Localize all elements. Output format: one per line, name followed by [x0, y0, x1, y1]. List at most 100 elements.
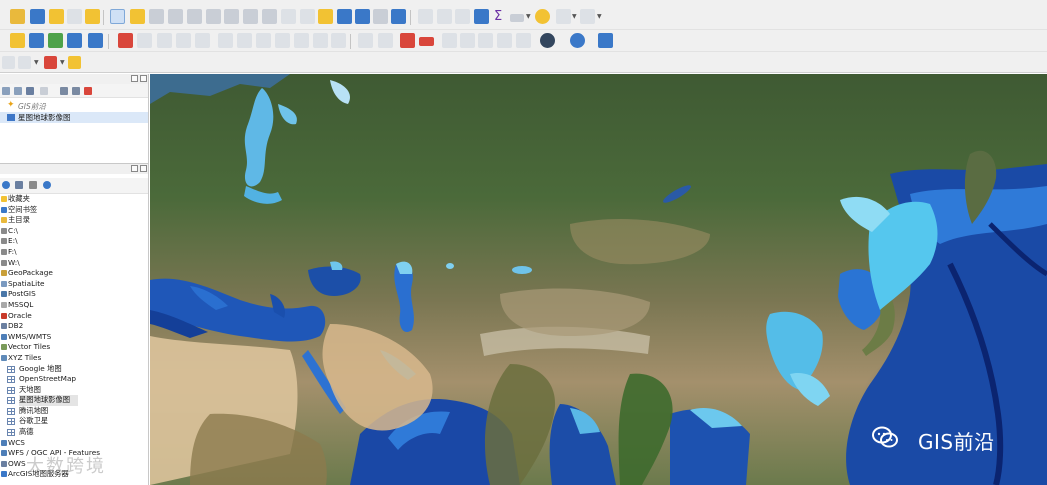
digitize-icon[interactable]: [176, 33, 191, 48]
zoom-native-icon[interactable]: [243, 9, 258, 24]
collapse-all-icon[interactable]: [72, 87, 80, 95]
text-annotation-icon[interactable]: [580, 9, 595, 24]
browser-item[interactable]: WMS/WMTS: [0, 332, 148, 343]
remove-layer-icon[interactable]: [84, 87, 92, 95]
zoom-out-icon[interactable]: [168, 9, 183, 24]
browser-item[interactable]: 主目录: [0, 215, 148, 226]
statistical-summary-icon[interactable]: Σ: [494, 8, 502, 26]
chevron-down-icon[interactable]: ▼: [60, 59, 65, 66]
layer-row[interactable]: 星图地球影像图: [0, 112, 148, 123]
chevron-down-icon[interactable]: ▼: [34, 59, 39, 66]
browser-item[interactable]: 高德: [0, 427, 148, 438]
zoom-in-icon[interactable]: [149, 9, 164, 24]
label-toolbar-icon[interactable]: [497, 33, 512, 48]
field-calculator-icon[interactable]: [455, 9, 470, 24]
browser-item[interactable]: W:\: [0, 258, 148, 269]
browser-item[interactable]: XYZ Tiles: [0, 353, 148, 364]
layer-style-icon[interactable]: [2, 87, 10, 95]
browser-item[interactable]: 腾讯地图: [0, 406, 148, 417]
chevron-down-icon[interactable]: ▼: [526, 13, 531, 20]
plugin-globe-icon[interactable]: [540, 33, 555, 48]
browser-item[interactable]: DB2: [0, 321, 148, 332]
layout-manager-icon[interactable]: [85, 9, 100, 24]
zoom-full-icon[interactable]: [187, 9, 202, 24]
add-vector-layer-icon[interactable]: [48, 33, 63, 48]
zoom-layer-icon[interactable]: [224, 9, 239, 24]
vertex-tool-icon[interactable]: [195, 33, 210, 48]
browser-item[interactable]: Oracle: [0, 311, 148, 322]
temporal-controller-icon[interactable]: [373, 9, 388, 24]
chevron-down-icon[interactable]: ▼: [572, 13, 577, 20]
chevron-down-icon[interactable]: ▼: [597, 13, 602, 20]
browser-item[interactable]: MSSQL: [0, 300, 148, 311]
map-tips-icon[interactable]: [535, 9, 550, 24]
open-project-icon[interactable]: [10, 9, 25, 24]
measure-line-icon[interactable]: [510, 14, 524, 22]
save-edits-icon[interactable]: [157, 33, 172, 48]
processing-toolbox-icon[interactable]: [474, 9, 489, 24]
show-bookmarks-icon[interactable]: [355, 9, 370, 24]
close-icon[interactable]: [140, 165, 147, 172]
save-project-icon[interactable]: [30, 9, 45, 24]
info-icon[interactable]: [43, 181, 51, 189]
pencil-icon[interactable]: [137, 33, 152, 48]
browser-item[interactable]: F:\: [0, 247, 148, 258]
open-attribute-table-icon[interactable]: [437, 9, 452, 24]
copy-features-icon[interactable]: [275, 33, 290, 48]
delete-selected-icon[interactable]: [218, 33, 233, 48]
browser-item[interactable]: 空间书签: [0, 205, 148, 216]
cut-features-icon[interactable]: [256, 33, 271, 48]
diagram-toolbar-icon[interactable]: [516, 33, 531, 48]
add-layer-icon[interactable]: [10, 33, 25, 48]
move-label-icon[interactable]: [442, 33, 457, 48]
deselect-icon[interactable]: [18, 56, 31, 69]
add-delimited-text-icon[interactable]: [67, 33, 82, 48]
toggle-editing-icon[interactable]: [118, 33, 133, 48]
modify-attributes-icon[interactable]: [237, 33, 252, 48]
browser-item[interactable]: OpenStreetMap: [0, 374, 148, 385]
float-panel-icon[interactable]: [131, 75, 138, 82]
browser-item[interactable]: 星图地球影像图: [0, 395, 148, 406]
close-icon[interactable]: [140, 75, 147, 82]
save-as-icon[interactable]: [49, 9, 64, 24]
label-pin-icon[interactable]: [378, 33, 393, 48]
refresh-icon[interactable]: [2, 181, 10, 189]
refresh-icon[interactable]: [391, 9, 406, 24]
filter-expression-icon[interactable]: [40, 87, 48, 95]
filter-legend-icon[interactable]: [26, 87, 34, 95]
plugin-panel-icon[interactable]: [598, 33, 613, 48]
label-highlight-icon[interactable]: [400, 33, 415, 48]
zoom-next-icon[interactable]: [281, 9, 296, 24]
collapse-all-icon[interactable]: [29, 181, 37, 189]
zoom-last-icon[interactable]: [262, 9, 277, 24]
add-raster-layer-icon[interactable]: [88, 33, 103, 48]
expand-all-icon[interactable]: [60, 87, 68, 95]
identify-features-icon[interactable]: [418, 9, 433, 24]
print-layout-icon[interactable]: [67, 9, 82, 24]
label-show-hide-icon[interactable]: [419, 37, 434, 46]
select-by-location-icon[interactable]: [556, 9, 571, 24]
label-tool-icon[interactable]: [358, 33, 373, 48]
browser-item[interactable]: 收藏夹: [0, 194, 148, 205]
paste-features-icon[interactable]: [294, 33, 309, 48]
new-map-view-icon[interactable]: [300, 9, 315, 24]
browser-item[interactable]: 天地图: [0, 385, 148, 396]
float-panel-icon[interactable]: [131, 165, 138, 172]
browser-item[interactable]: Vector Tiles: [0, 342, 148, 353]
browser-item[interactable]: SpatiaLite: [0, 279, 148, 290]
data-source-manager-icon[interactable]: [29, 33, 44, 48]
filter-icon[interactable]: [15, 181, 23, 189]
select-features-icon[interactable]: [2, 56, 15, 69]
browser-item[interactable]: GeoPackage: [0, 268, 148, 279]
rotate-label-icon[interactable]: [460, 33, 475, 48]
browser-item[interactable]: PostGIS: [0, 289, 148, 300]
new-bookmark-icon[interactable]: [337, 9, 352, 24]
browser-item[interactable]: Google 地图: [0, 364, 148, 375]
layer-row[interactable]: ✦ GIS前沿: [0, 101, 148, 112]
zoom-selection-icon[interactable]: [206, 9, 221, 24]
pan-to-selection-icon[interactable]: [130, 9, 145, 24]
new-3d-view-icon[interactable]: [318, 9, 333, 24]
browser-item[interactable]: C:\: [0, 226, 148, 237]
select-by-expression-icon[interactable]: [44, 56, 57, 69]
browser-item[interactable]: E:\: [0, 236, 148, 247]
